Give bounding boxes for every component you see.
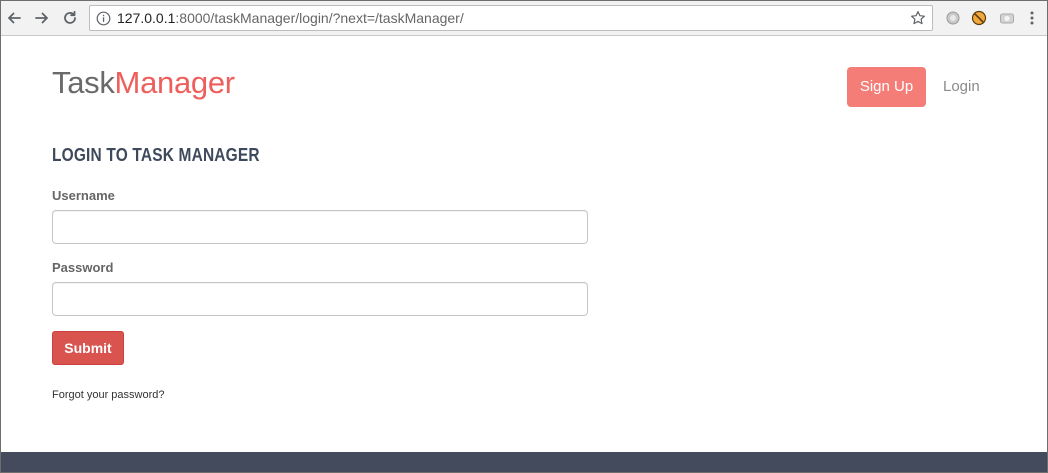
password-label: Password [52,260,114,275]
address-bar[interactable]: 127.0.0.1:8000/taskManager/login/?next=/… [89,5,933,31]
page-content: TaskManager Sign Up Login LOGIN TO TASK … [1,37,1047,472]
url-text[interactable]: 127.0.0.1:8000/taskManager/login/?next=/… [117,10,464,27]
kebab-menu-icon[interactable] [1027,10,1037,26]
back-arrow-icon[interactable] [4,8,24,28]
password-input[interactable] [52,282,588,316]
browser-window: 127.0.0.1:8000/taskManager/login/?next=/… [0,0,1048,473]
forward-arrow-icon[interactable] [32,8,52,28]
signup-button[interactable]: Sign Up [847,67,926,107]
login-link[interactable]: Login [943,77,980,97]
info-icon[interactable] [96,11,111,26]
extension-block-icon[interactable] [971,10,987,26]
reload-icon[interactable] [60,8,80,28]
extension-ghost-icon[interactable] [945,10,961,26]
submit-button[interactable]: Submit [52,331,124,365]
url-host: 127.0.0.1 [117,10,176,26]
brand-task: Task [52,65,115,100]
extension-camera-icon[interactable] [999,10,1015,26]
browser-toolbar: 127.0.0.1:8000/taskManager/login/?next=/… [1,1,1047,36]
login-heading: LOGIN TO TASK MANAGER [52,145,260,165]
username-input[interactable] [52,210,588,244]
username-label: Username [52,188,115,203]
forgot-password-link[interactable]: Forgot your password? [52,388,165,402]
footer-bar [1,452,1047,472]
brand-logo[interactable]: TaskManager [52,63,235,103]
url-path: :8000/taskManager/login/?next=/taskManag… [175,10,464,26]
brand-manager: Manager [114,65,236,100]
star-icon[interactable] [910,10,926,26]
